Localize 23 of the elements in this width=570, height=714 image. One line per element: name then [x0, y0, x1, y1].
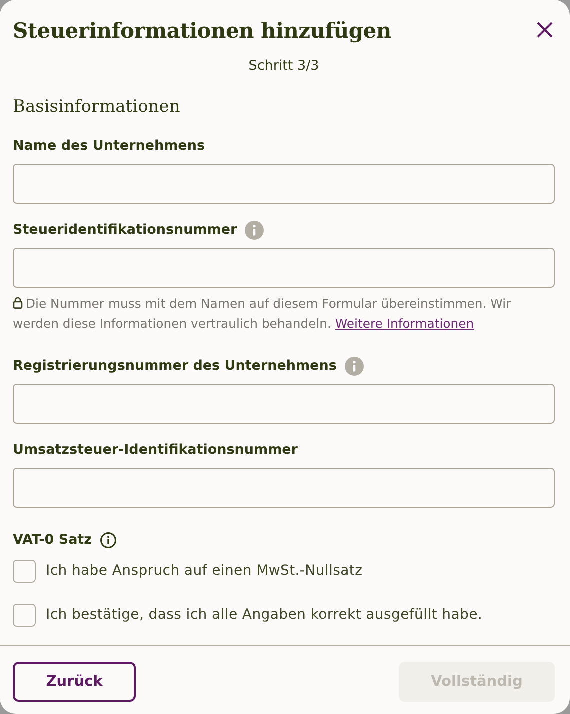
info-icon[interactable]	[100, 532, 117, 548]
checkbox[interactable]	[13, 560, 36, 582]
input-field[interactable]	[13, 384, 555, 424]
section-heading: Basisinformationen	[13, 96, 182, 118]
input-field[interactable]	[13, 164, 555, 204]
close-icon	[537, 22, 553, 38]
field-label: Name des Unternehmens	[13, 138, 205, 154]
field-label: VAT-0 Satz	[13, 532, 92, 548]
step-indicator: Schritt 3/3	[248, 57, 320, 76]
field-label: Steueridentifikationsnummer	[13, 222, 238, 238]
hint-text: Die Nummer muss mit dem Namen auf diesem Formular übereinstimmen. Wir werden diese Informationen vertraulich behandeln. Weitere Informationen	[13, 295, 512, 333]
close-button[interactable]	[535, 20, 555, 40]
field-label: Umsatzsteuer-Identifikationsnummer	[13, 442, 298, 458]
dialog-title: Steuerinformationen hinzufügen	[13, 18, 392, 42]
more-info-link[interactable]: Weitere Informationen	[335, 316, 474, 331]
lock-icon	[13, 297, 23, 309]
back-button[interactable]: Zurück	[13, 662, 136, 702]
checkbox-label: Ich bestätige, dass ich alle Angaben korrekt ausgefüllt habe.	[46, 607, 483, 623]
input-field[interactable]	[13, 248, 555, 288]
checkbox-label: Ich habe Anspruch auf einen MwSt.-Nullsatz	[46, 563, 363, 579]
checkbox[interactable]	[13, 604, 36, 626]
input-field[interactable]	[13, 468, 555, 508]
field-label: Registrierungsnummer des Unternehmens	[13, 358, 337, 374]
